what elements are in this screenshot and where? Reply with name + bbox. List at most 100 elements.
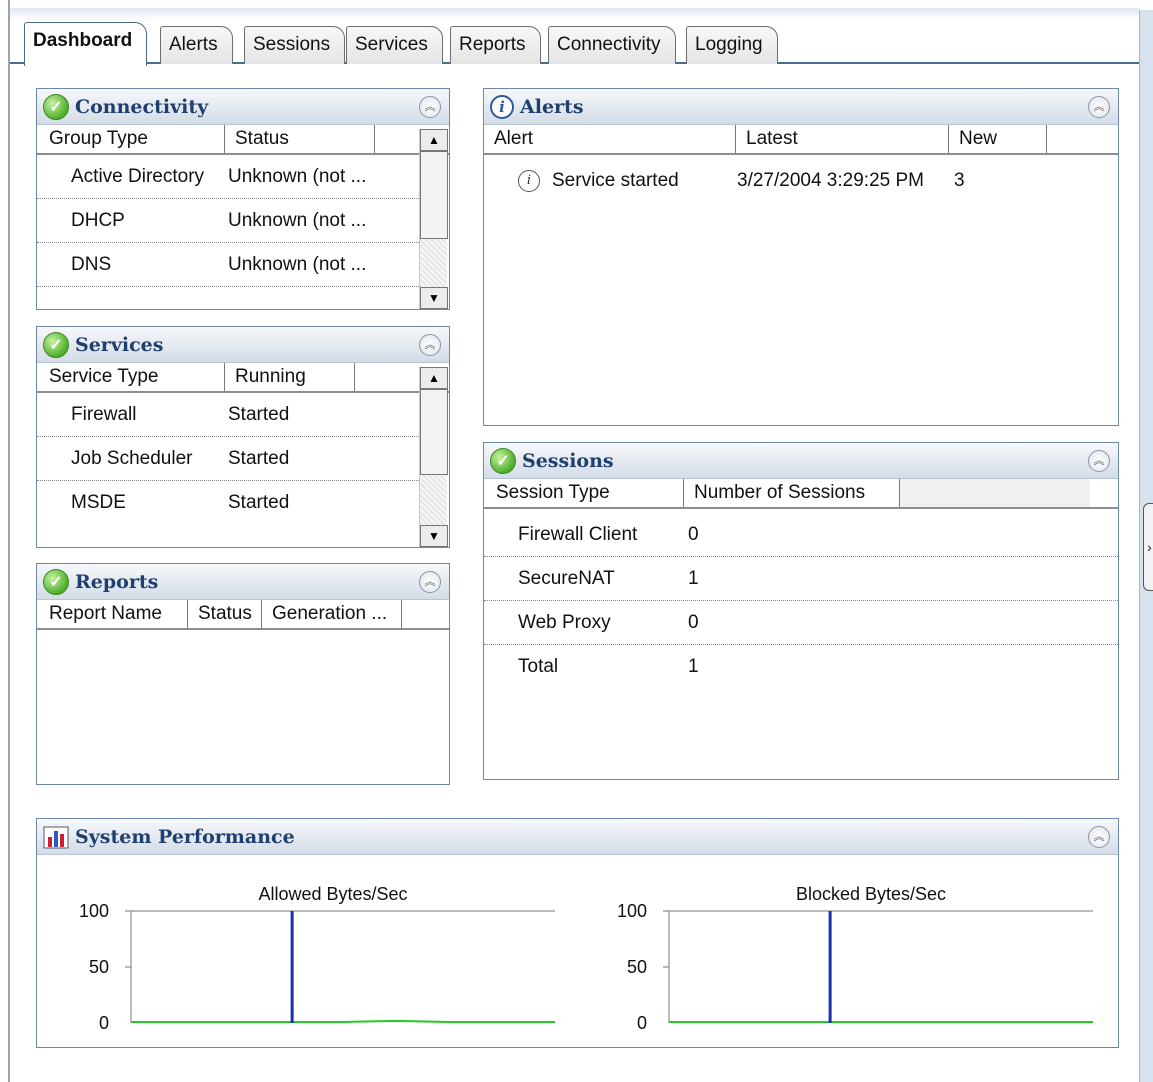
connectivity-scrollbar[interactable]: ▲ ▼ [419,129,448,309]
column-latest[interactable]: Latest [736,125,949,153]
cell-alert: Service started [552,170,679,191]
services-column-header: Service Type Running [37,363,449,393]
collapse-icon[interactable]: ︽ [419,334,441,356]
services-scrollbar[interactable]: ▲ ▼ [419,367,448,547]
reports-panel: ✓ Reports ︽ Report Name Status Generatio… [36,563,450,785]
bar-chart-icon [43,826,69,848]
blocked-bytes-chart: Blocked Bytes/Sec 100 50 0 [617,884,1093,1033]
connectivity-title: Connectivity [75,95,209,118]
y-tick-label: 0 [99,1013,109,1033]
info-icon: i [490,94,514,119]
tab-connectivity[interactable]: Connectivity [548,26,676,64]
scroll-down-icon[interactable]: ▼ [420,525,448,547]
table-row[interactable]: Active Directory Unknown (not ... [37,155,419,199]
column-status[interactable]: Status [225,125,375,153]
services-header: ✓ Services ︽ [37,327,449,363]
reports-header: ✓ Reports ︽ [37,564,449,600]
y-tick-label: 0 [637,1013,647,1033]
cell-running: Started [228,448,290,469]
table-row[interactable]: MSDE Started [37,481,419,525]
cell-new: 3 [954,170,965,191]
system-performance-title: System Performance [75,825,295,848]
column-generation[interactable]: Generation ... [262,600,402,628]
column-new[interactable]: New [949,125,1047,153]
table-row[interactable]: Total 1 [484,645,1118,689]
alerts-header: i Alerts ︽ [484,89,1118,125]
column-report-name[interactable]: Report Name [37,600,188,628]
cell-status: Unknown (not ... [228,254,367,275]
alerts-title: Alerts [520,95,584,118]
window-left-border [0,0,10,1082]
scroll-up-icon[interactable]: ▲ [420,129,448,151]
tab-dashboard[interactable]: Dashboard [24,22,148,66]
collapse-icon[interactable]: ︽ [1088,826,1110,848]
cell-count: 1 [688,568,699,589]
column-group-type[interactable]: Group Type [37,125,225,153]
collapse-icon[interactable]: ︽ [1088,96,1110,118]
table-row[interactable]: DNS Unknown (not ... [37,243,419,287]
allowed-bytes-chart: Allowed Bytes/Sec 100 50 0 [79,884,555,1033]
task-pane-toggle-icon[interactable]: › [1143,503,1153,591]
cell-count: 1 [688,656,699,677]
services-panel: ✓ Services ︽ Service Type Running Firewa… [36,326,450,548]
table-row[interactable]: Web Proxy 0 [484,601,1118,645]
cell-running: Started [228,404,290,425]
column-session-type[interactable]: Session Type [484,479,684,507]
reports-title: Reports [75,570,159,593]
tab-logging[interactable]: Logging [686,26,778,64]
cell-session-type: Total [518,656,559,677]
cell-service-type: Job Scheduler [71,448,193,469]
cell-group: DNS [71,254,112,275]
tab-alerts[interactable]: Alerts [160,26,233,64]
sessions-panel: ✓ Sessions ︽ Session Type Number of Sess… [483,442,1119,780]
cell-group: DHCP [71,210,125,231]
cell-running: Started [228,492,290,513]
collapse-icon[interactable]: ︽ [1088,450,1110,472]
cell-count: 0 [688,612,699,633]
services-title: Services [75,333,164,356]
alerts-column-header: Alert Latest New [484,125,1118,155]
table-row[interactable]: Firewall Client 0 [484,513,1118,557]
column-running[interactable]: Running [225,363,355,391]
sessions-column-header: Session Type Number of Sessions [484,479,1118,509]
column-number-of-sessions[interactable]: Number of Sessions [684,479,900,507]
table-row[interactable]: DHCP Unknown (not ... [37,199,419,243]
cell-status: Unknown (not ... [228,166,367,187]
system-performance-panel: System Performance ︽ Allowed Bytes/Sec 10… [36,818,1119,1048]
cell-group: Active Directory [71,166,205,187]
tab-services[interactable]: Services [346,26,443,64]
alerts-panel: i Alerts ︽ Alert Latest New i Service st… [483,88,1119,426]
scroll-thumb[interactable] [420,389,448,475]
table-row[interactable]: Job Scheduler Started [37,437,419,481]
table-row[interactable]: SecureNAT 1 [484,557,1118,601]
column-filler [900,479,1090,507]
scroll-thumb[interactable] [420,151,448,239]
cell-session-type: Firewall Client [518,524,638,545]
cell-count: 0 [688,524,699,545]
scroll-up-icon[interactable]: ▲ [420,367,448,389]
column-status[interactable]: Status [188,600,262,628]
y-tick-label: 50 [89,957,109,977]
collapse-icon[interactable]: ︽ [419,571,441,593]
performance-charts: Allowed Bytes/Sec 100 50 0 Blocked Bytes/Se… [79,884,1093,1033]
reports-column-header: Report Name Status Generation ... [37,600,449,630]
column-alert[interactable]: Alert [484,125,736,153]
status-ok-icon: ✓ [43,568,69,595]
sessions-title: Sessions [522,449,614,472]
connectivity-column-header: Group Type Status [37,125,449,155]
scroll-down-icon[interactable]: ▼ [420,287,448,309]
tab-sessions[interactable]: Sessions [244,26,346,64]
cell-session-type: SecureNAT [518,568,615,589]
y-tick-label: 100 [617,901,647,921]
table-row[interactable]: i Service started 3/27/2004 3:29:25 PM 3 [484,161,1118,201]
table-row[interactable]: Firewall Started [37,393,419,437]
system-performance-header: System Performance ︽ [37,819,1118,855]
connectivity-header: ✓ Connectivity ︽ [37,89,449,125]
series-line [131,1019,555,1023]
y-tick-label: 100 [79,901,109,921]
column-service-type[interactable]: Service Type [37,363,225,391]
connectivity-panel: ✓ Connectivity ︽ Group Type Status Activ… [36,88,450,310]
cell-status: Unknown (not ... [228,210,367,231]
tab-reports[interactable]: Reports [450,26,541,64]
collapse-icon[interactable]: ︽ [419,96,441,118]
